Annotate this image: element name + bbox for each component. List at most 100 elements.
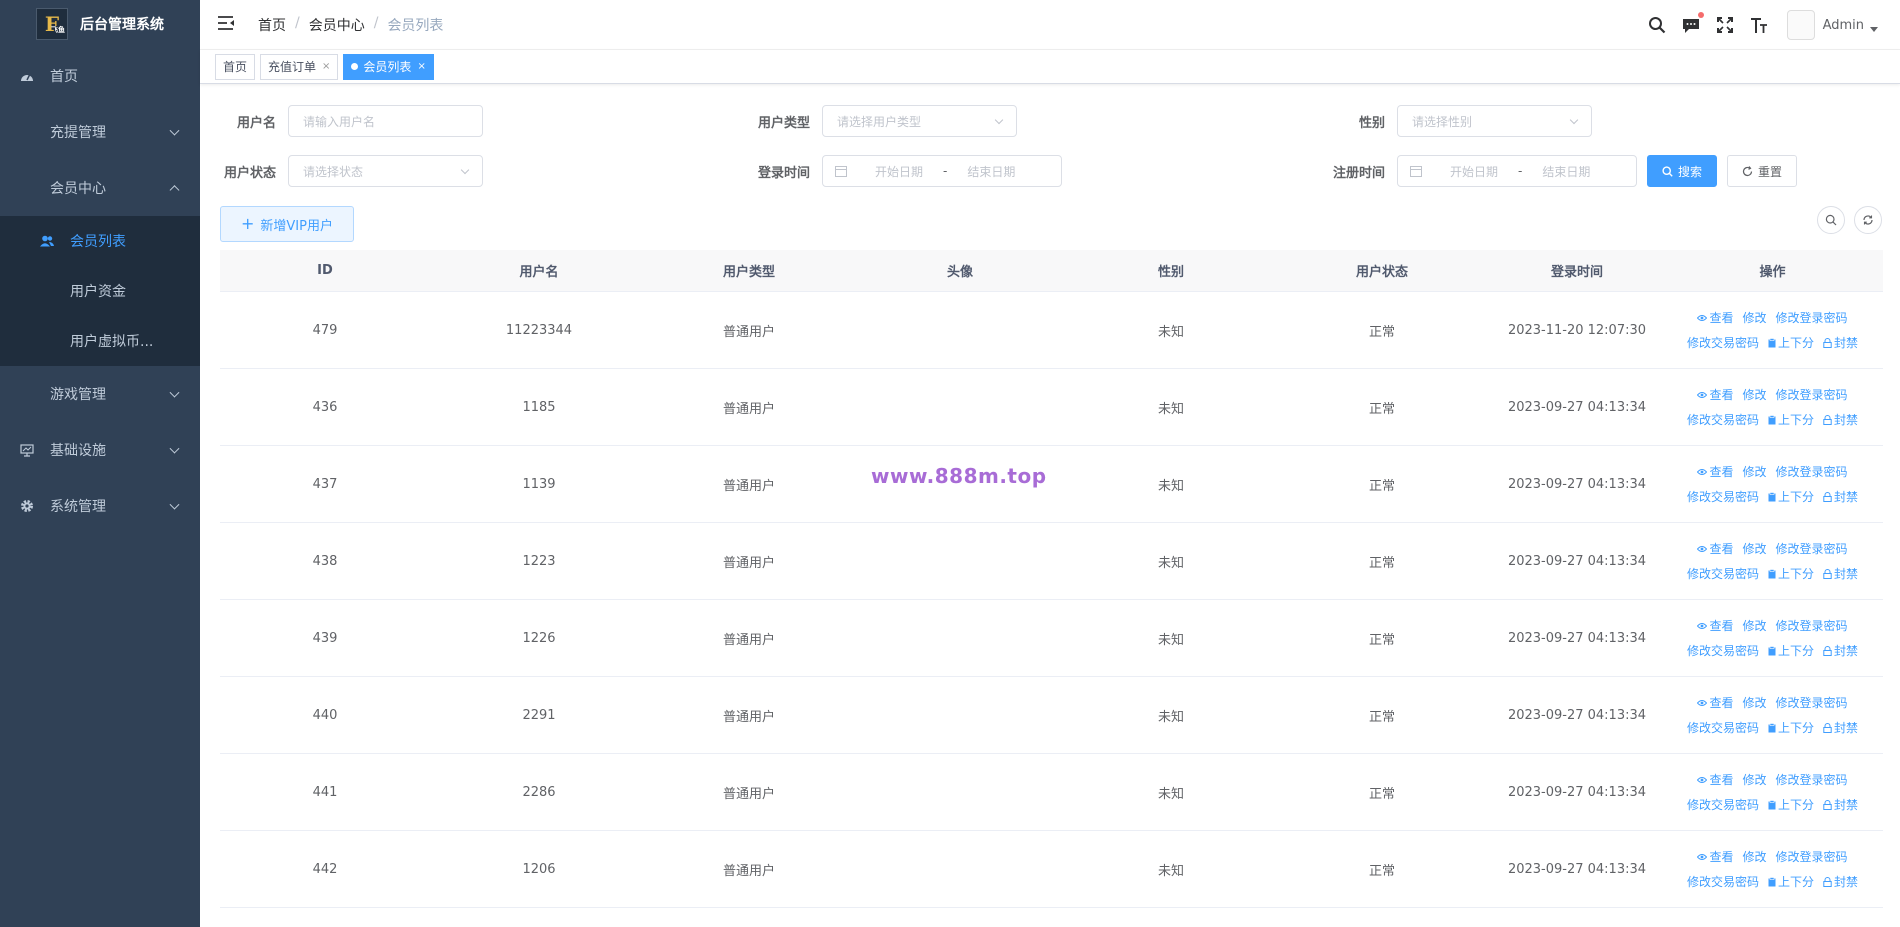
user-type-select[interactable]: 请选择用户类型 — [822, 105, 1017, 137]
change-login-password-link[interactable]: 修改登录密码 — [1776, 694, 1848, 711]
tag-home[interactable]: 首页 — [215, 53, 256, 80]
change-trade-password-link[interactable]: 修改交易密码 — [1687, 642, 1759, 659]
change-trade-password-link[interactable]: 修改交易密码 — [1687, 488, 1759, 505]
cell-gender: 未知 — [1157, 401, 1184, 417]
reset-button[interactable]: 重置 — [1727, 155, 1798, 187]
change-trade-password-link[interactable]: 修改交易密码 — [1687, 719, 1759, 736]
view-link[interactable]: 查看 — [1697, 386, 1733, 403]
breadcrumb-current: 会员列表 — [387, 18, 444, 34]
adjust-balance-link[interactable]: 上下分 — [1768, 488, 1814, 505]
ban-link[interactable]: 封禁 — [1823, 488, 1858, 505]
adjust-balance-link[interactable]: 上下分 — [1768, 873, 1814, 890]
column-header-id[interactable]: ID — [220, 263, 430, 278]
edit-link[interactable]: 修改 — [1742, 848, 1766, 865]
tag-member-list[interactable]: 会员列表 × — [343, 53, 434, 80]
sidebar-item-user-crypto[interactable]: 用户虚拟币... — [0, 316, 200, 366]
column-header-login-time[interactable]: 登录时间 — [1492, 261, 1662, 280]
hamburger-icon[interactable] — [217, 15, 235, 33]
adjust-balance-link[interactable]: 上下分 — [1768, 565, 1814, 582]
edit-link[interactable]: 修改 — [1742, 694, 1766, 711]
ban-link[interactable]: 封禁 — [1823, 719, 1858, 736]
change-login-password-link[interactable]: 修改登录密码 — [1776, 463, 1848, 480]
login-start-date[interactable]: 开始日期 — [863, 163, 935, 180]
change-trade-password-link[interactable]: 修改交易密码 — [1687, 565, 1759, 582]
edit-link[interactable]: 修改 — [1742, 540, 1766, 557]
login-time-range[interactable]: 开始日期 - 结束日期 — [822, 155, 1062, 187]
ban-link[interactable]: 封禁 — [1823, 873, 1858, 890]
change-trade-password-link[interactable]: 修改交易密码 — [1687, 411, 1759, 428]
message-icon[interactable] — [1681, 12, 1704, 35]
column-header-status[interactable]: 用户状态 — [1272, 261, 1492, 280]
font-size-icon[interactable] — [1749, 15, 1769, 35]
toggle-search-button[interactable] — [1817, 206, 1845, 234]
view-link[interactable]: 查看 — [1697, 771, 1733, 788]
column-header-username[interactable]: 用户名 — [430, 261, 648, 280]
sidebar-item-recharge[interactable]: 充提管理 — [0, 104, 200, 160]
avatar[interactable] — [1786, 10, 1815, 40]
breadcrumb-home[interactable]: 首页 — [258, 15, 286, 35]
caret-down-icon[interactable] — [1870, 26, 1878, 32]
change-trade-password-link[interactable]: 修改交易密码 — [1687, 796, 1759, 813]
register-start-date[interactable]: 开始日期 — [1438, 163, 1510, 180]
change-trade-password-link[interactable]: 修改交易密码 — [1687, 873, 1759, 890]
adjust-balance-link[interactable]: 上下分 — [1768, 719, 1814, 736]
sidebar-item-infrastructure[interactable]: 基础设施 — [0, 422, 200, 478]
edit-link[interactable]: 修改 — [1742, 617, 1766, 634]
change-login-password-link[interactable]: 修改登录密码 — [1776, 848, 1848, 865]
status-select[interactable]: 请选择状态 — [288, 155, 483, 187]
view-link[interactable]: 查看 — [1697, 848, 1733, 865]
change-login-password-link[interactable]: 修改登录密码 — [1776, 386, 1848, 403]
add-vip-user-button[interactable]: + 新增VIP用户 — [220, 206, 354, 242]
sidebar-item-home[interactable]: 首页 — [0, 48, 200, 104]
sidebar-item-system[interactable]: 系统管理 — [0, 478, 200, 534]
adjust-balance-link[interactable]: 上下分 — [1768, 334, 1814, 351]
username-input[interactable]: 请输入用户名 — [288, 105, 483, 137]
sidebar-item-member-list[interactable]: 会员列表 — [0, 216, 200, 266]
change-login-password-link[interactable]: 修改登录密码 — [1776, 540, 1848, 557]
refresh-button[interactable] — [1854, 206, 1882, 234]
ban-link[interactable]: 封禁 — [1823, 565, 1858, 582]
edit-link[interactable]: 修改 — [1742, 463, 1766, 480]
column-header-gender[interactable]: 性别 — [1070, 261, 1272, 280]
tag-recharge-orders[interactable]: 充值订单 × — [260, 53, 339, 80]
ban-link[interactable]: 封禁 — [1823, 796, 1858, 813]
login-end-date[interactable]: 结束日期 — [955, 163, 1027, 180]
register-time-range[interactable]: 开始日期 - 结束日期 — [1397, 155, 1637, 187]
sidebar-item-member-center[interactable]: 会员中心 — [0, 160, 200, 216]
username[interactable]: Admin — [1823, 18, 1864, 33]
view-link[interactable]: 查看 — [1697, 309, 1733, 326]
column-header-user-type[interactable]: 用户类型 — [648, 261, 850, 280]
view-link[interactable]: 查看 — [1697, 463, 1733, 480]
fullscreen-icon[interactable] — [1715, 15, 1735, 35]
edit-link[interactable]: 修改 — [1742, 771, 1766, 788]
register-end-date[interactable]: 结束日期 — [1530, 163, 1602, 180]
search-icon[interactable] — [1647, 15, 1667, 35]
view-link[interactable]: 查看 — [1697, 617, 1733, 634]
ban-link[interactable]: 封禁 — [1823, 411, 1858, 428]
table-row: 440 2291 普通用户 未知 正常 2023-09-27 04:13:34 … — [220, 677, 1883, 754]
sidebar-item-games[interactable]: 游戏管理 — [0, 366, 200, 422]
search-button[interactable]: 搜索 — [1647, 155, 1718, 187]
view-link[interactable]: 查看 — [1697, 694, 1733, 711]
gender-select[interactable]: 请选择性别 — [1397, 105, 1592, 137]
change-trade-password-link[interactable]: 修改交易密码 — [1687, 334, 1759, 351]
edit-link[interactable]: 修改 — [1742, 309, 1766, 326]
cell-status: 正常 — [1368, 555, 1395, 571]
breadcrumb-member-center[interactable]: 会员中心 — [309, 15, 365, 35]
adjust-balance-link[interactable]: 上下分 — [1768, 796, 1814, 813]
close-icon[interactable]: × — [322, 61, 330, 72]
change-login-password-link[interactable]: 修改登录密码 — [1776, 771, 1848, 788]
clipboard-icon — [1768, 568, 1776, 579]
change-login-password-link[interactable]: 修改登录密码 — [1776, 617, 1848, 634]
view-link[interactable]: 查看 — [1697, 540, 1733, 557]
adjust-balance-link[interactable]: 上下分 — [1768, 411, 1814, 428]
logo[interactable]: F 飞鱼 后台管理系统 — [0, 0, 200, 48]
close-icon[interactable]: × — [417, 61, 425, 72]
adjust-balance-link[interactable]: 上下分 — [1768, 642, 1814, 659]
sidebar-item-user-funds[interactable]: 用户资金 — [0, 266, 200, 316]
edit-link[interactable]: 修改 — [1742, 386, 1766, 403]
change-login-password-link[interactable]: 修改登录密码 — [1776, 309, 1848, 326]
ban-link[interactable]: 封禁 — [1823, 642, 1858, 659]
column-header-avatar[interactable]: 头像 — [850, 261, 1070, 280]
ban-link[interactable]: 封禁 — [1823, 334, 1858, 351]
